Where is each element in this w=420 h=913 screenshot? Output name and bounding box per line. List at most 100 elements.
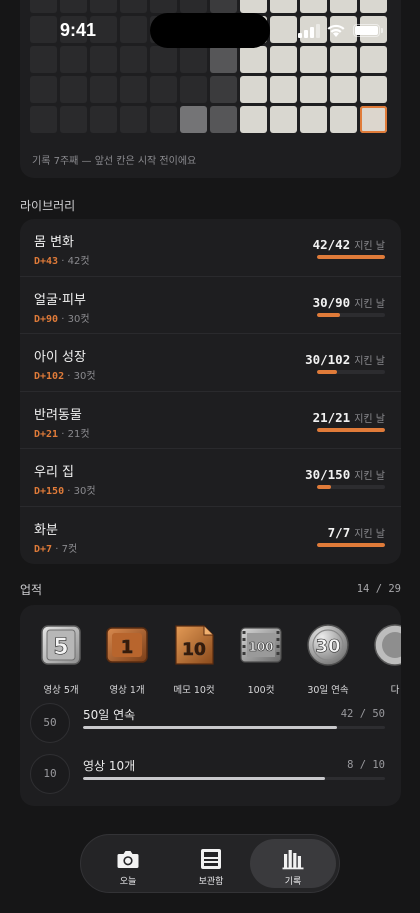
achievement-badge-label: 영상 5개 [43, 685, 79, 695]
library-item-shots: · 21컷 [61, 428, 90, 440]
library-item-count-value: 21/21 [312, 409, 351, 425]
tab-label-today: 오늘 [119, 877, 137, 887]
svg-text:100: 100 [248, 640, 273, 654]
library-item-progress-fill [317, 485, 331, 489]
status-bar: 9:41 [0, 0, 420, 54]
grid-cell [330, 106, 357, 133]
tab-bar: 오늘 보관함 기록 [80, 834, 340, 893]
library-item[interactable]: 얼굴·피부 D+90 · 30컷 30/90 지킨 날 [20, 277, 401, 334]
library-item-count-unit: 지킨 날 [354, 471, 385, 482]
library-item-progress-bar [317, 370, 385, 374]
library-item-count-unit: 지킨 날 [354, 298, 385, 310]
library-item-count: 7/7 지킨 날 [328, 525, 385, 540]
achievements-title: 업적 [20, 583, 43, 597]
library-item-count: 21/21 지킨 날 [313, 410, 385, 425]
film-archive-icon [201, 849, 221, 869]
library-item[interactable]: 몸 변화 D+43 · 42컷 42/42 지킨 날 [20, 219, 401, 277]
battery-icon [353, 24, 383, 37]
achievement-badge-label: 30일 연속 [307, 685, 349, 695]
svg-text:5: 5 [53, 635, 68, 660]
achievement-badge[interactable]: 30 30일 연속 [295, 623, 361, 695]
library-item[interactable]: 우리 집 D+150 · 30컷 30/150 지킨 날 [20, 449, 401, 507]
achievement-badge-label: 메모 10컷 [173, 685, 215, 695]
library-item-count-value: 30/90 [312, 294, 351, 310]
achievement-badge[interactable]: 1 영상 1개 [94, 623, 160, 695]
library-item-count-unit: 지킨 날 [354, 241, 385, 252]
achievement-progress-fill [83, 777, 325, 780]
library-item-count: 30/90 지킨 날 [313, 295, 385, 310]
achievement-badge[interactable]: 10 메모 10컷 [161, 623, 227, 695]
achievement-progress-fill [83, 726, 337, 729]
library-item-count: 30/102 지킨 날 [305, 352, 385, 367]
library-item-progress-bar [317, 312, 385, 317]
partial-badge-icon [374, 624, 401, 666]
svg-text:10: 10 [182, 640, 206, 660]
grid-cell [30, 76, 57, 103]
library-item-shots: · 30컷 [67, 486, 96, 497]
cellular-signal-icon [298, 24, 320, 38]
svg-text:1: 1 [121, 637, 134, 658]
library-item-progress-bar [317, 542, 385, 547]
achievement-badge[interactable]: 5 영상 5개 [28, 623, 94, 695]
achievement-progress-bar [83, 726, 385, 729]
library-item-meta: D+102 · 30컷 [34, 367, 96, 382]
tab-label-archive: 보관함 [198, 877, 224, 887]
grid-cell [30, 106, 57, 133]
achievement-progress-row[interactable]: 10 영상 10개 8 / 10 [30, 754, 391, 794]
camera-icon [117, 851, 139, 868]
library-item-count-unit: 지킨 날 [354, 356, 385, 367]
achievement-badge-label: 100컷 [247, 685, 275, 695]
achievement-badge[interactable]: 100 100컷 [228, 623, 294, 695]
coin-30-badge-icon: 30 [307, 624, 349, 666]
grid-cell [60, 76, 87, 103]
library-item-progress-fill [317, 370, 337, 374]
dynamic-island [150, 13, 270, 48]
library-item-shots: · 42컷 [61, 256, 90, 267]
tab-today[interactable]: 오늘 [85, 839, 171, 888]
achievement-progress-value: 42 / 50 [340, 708, 385, 720]
library-item-name: 화분 [34, 522, 58, 538]
library-item-shots: · 30컷 [67, 371, 96, 382]
tab-records[interactable]: 기록 [250, 839, 336, 888]
tab-archive[interactable]: 보관함 [168, 839, 254, 888]
library-item-name: 우리 집 [34, 465, 75, 480]
achievement-progress-row[interactable]: 50 50일 연속 42 / 50 [30, 703, 391, 743]
library-item-meta: D+150 · 30컷 [34, 482, 96, 497]
library-item-meta: D+7 · 7컷 [34, 540, 77, 555]
library-item-name: 얼굴·피부 [34, 292, 86, 308]
library-item-dday: D+150 [34, 486, 65, 497]
library-item-dday: D+90 [34, 313, 59, 325]
grid-cell-today [360, 106, 387, 133]
copper-1-badge-icon: 1 [106, 627, 148, 663]
library-item[interactable]: 화분 D+7 · 7컷 7/7 지킨 날 [20, 507, 401, 565]
grid-cell [270, 76, 297, 103]
svg-text:30: 30 [315, 636, 340, 657]
achievements-card: 5 영상 5개 1 영상 1개 10 메모 10컷 100 100컷 30 30일 연속 다… [20, 605, 401, 806]
library-item[interactable]: 반려동물 D+21 · 21컷 21/21 지킨 날 [20, 392, 401, 449]
status-time: 9:41 [60, 20, 97, 40]
library-item[interactable]: 아이 성장 D+102 · 30컷 30/102 지킨 날 [20, 334, 401, 392]
library-item-count-value: 30/150 [305, 467, 351, 482]
grid-cell [240, 106, 267, 133]
badge-carousel[interactable]: 5 영상 5개 1 영상 1개 10 메모 10컷 100 100컷 30 30일 연속 다 [20, 623, 401, 695]
grid-cell [330, 76, 357, 103]
achievement-badge-label: 영상 1개 [109, 685, 145, 695]
library-item-progress-bar [317, 427, 385, 432]
library-item-dday: D+102 [34, 371, 65, 382]
wifi-icon [327, 24, 345, 37]
library-item-meta: D+90 · 30컷 [34, 310, 90, 325]
library-item-progress-bar [317, 255, 385, 259]
library-item-name: 아이 성장 [34, 350, 86, 365]
library-item-count: 42/42 지킨 날 [313, 237, 385, 252]
silver-5-badge-icon: 5 [41, 625, 81, 665]
library-item-name: 반려동물 [34, 407, 82, 423]
achievement-progress-bar [83, 777, 385, 780]
achievements-count: 14 / 29 [356, 583, 401, 595]
library-item-count-value: 7/7 [327, 524, 351, 540]
library-item-meta: D+43 · 42컷 [34, 252, 90, 267]
library-item-count-value: 42/42 [312, 237, 351, 252]
grid-cell [180, 106, 207, 133]
achievement-badge[interactable]: 다 [362, 623, 401, 695]
grid-cell [90, 106, 117, 133]
library-item-shots: · 30컷 [61, 313, 90, 325]
